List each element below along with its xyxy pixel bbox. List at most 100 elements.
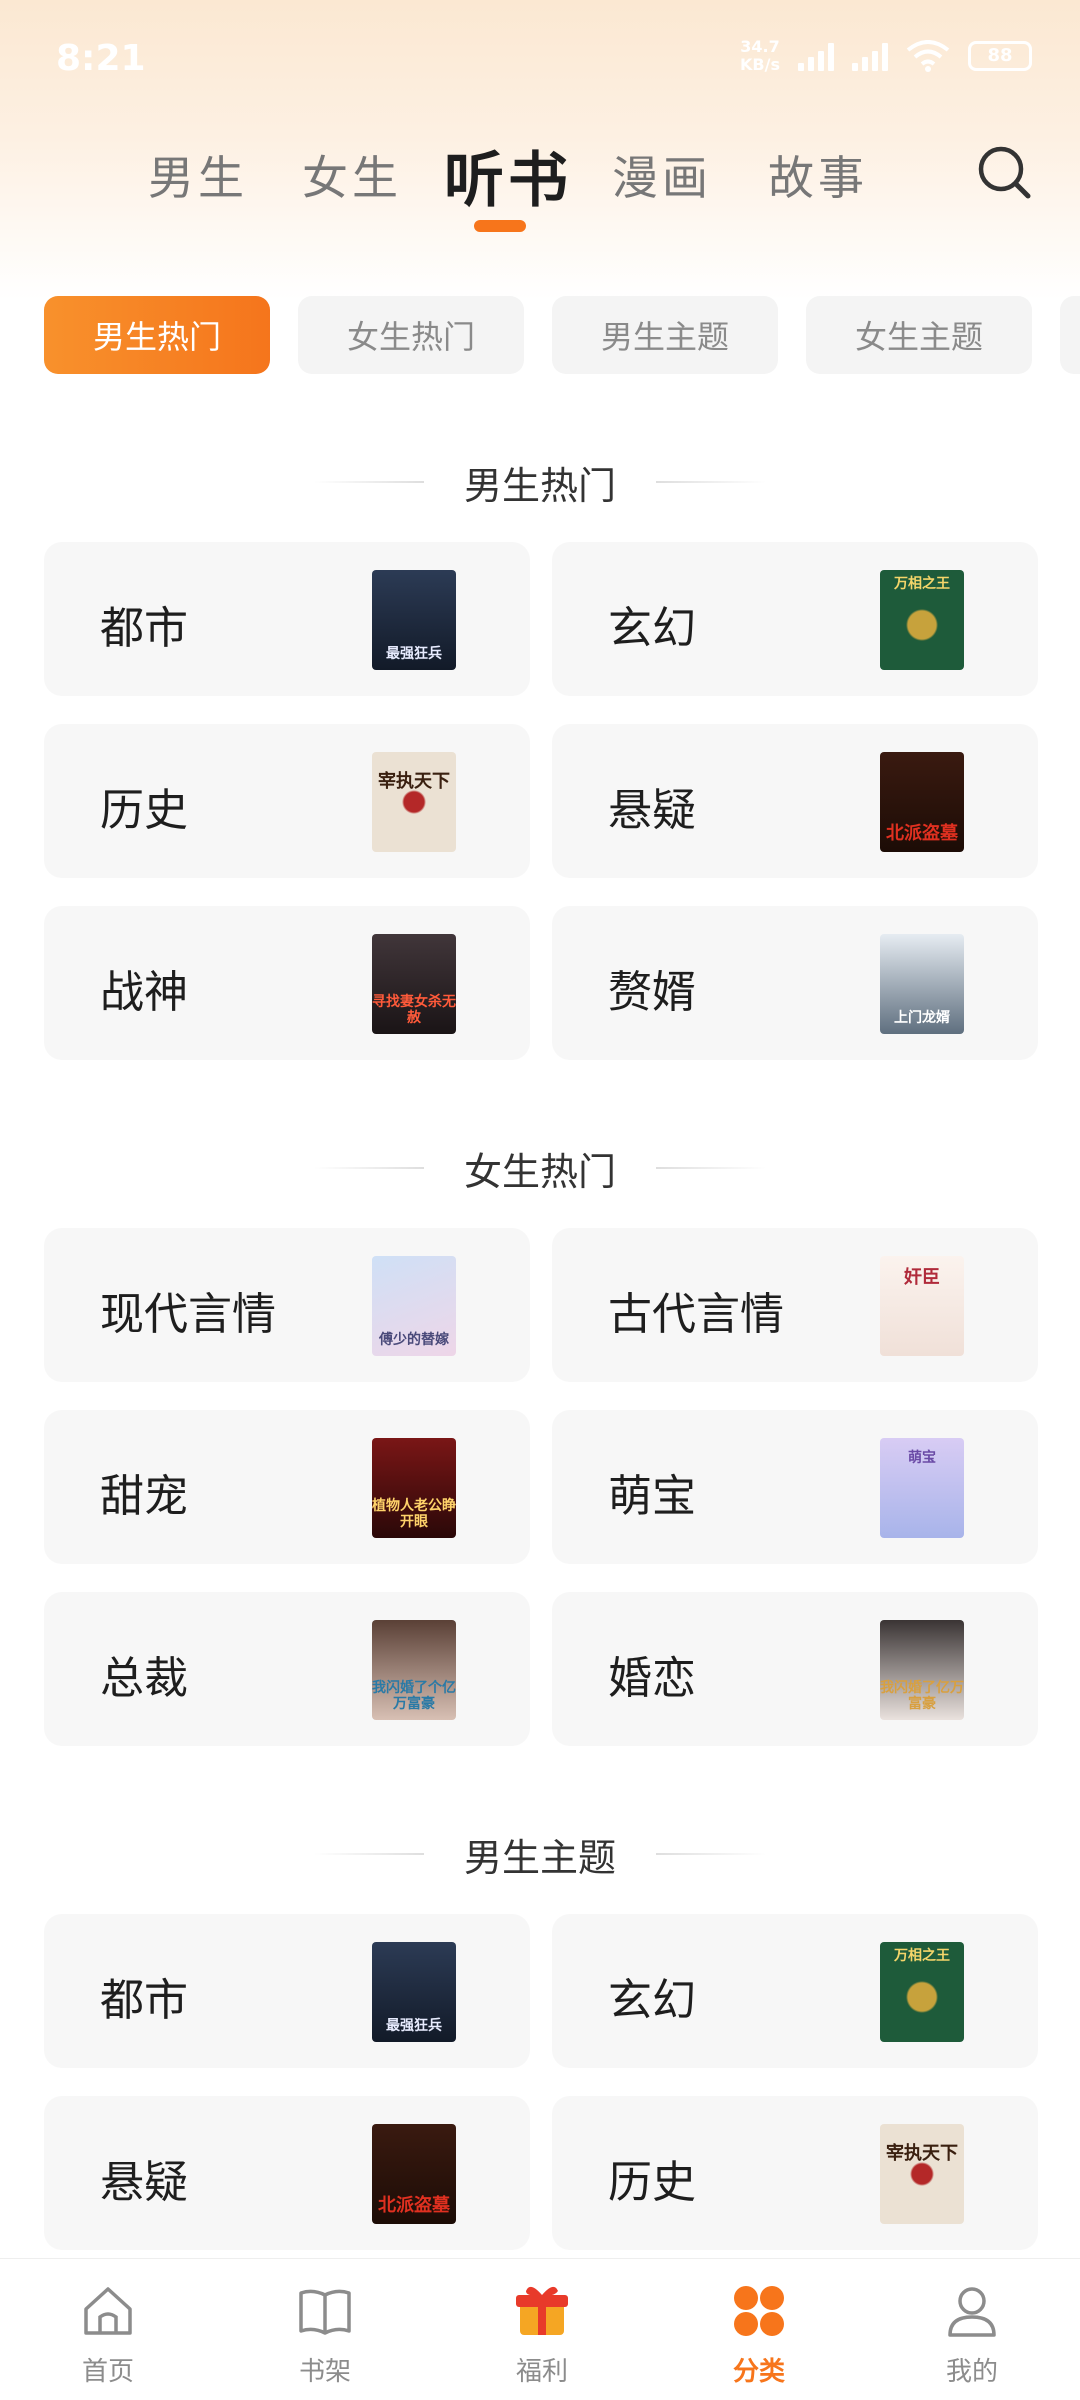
category-label: 甜宠 <box>100 1471 188 1522</box>
bottom-navigation: 首页 书架 福利 分类 我的 <box>0 2258 1080 2400</box>
cover-title: 万相之王 <box>894 1948 950 1964</box>
nav-bookshelf[interactable]: 书架 <box>245 2259 405 2400</box>
nav-welfare[interactable]: 福利 <box>462 2259 622 2400</box>
category-card[interactable]: 婚恋 我闪婚了亿万富豪 <box>552 1592 1038 1746</box>
cover-title: 北派盗墓 <box>378 2195 450 2216</box>
cover-title: 植物人老公睁开眼 <box>372 1498 456 1530</box>
wifi-icon <box>906 40 950 72</box>
category-card[interactable]: 赘婿 上门龙婿 <box>552 906 1038 1060</box>
category-card[interactable]: 萌宝 萌宝 <box>552 1410 1038 1564</box>
nav-category[interactable]: 分类 <box>679 2259 839 2400</box>
chip-male-hot[interactable]: 男生热门 <box>44 296 270 374</box>
category-label: 玄幻 <box>608 1975 696 2026</box>
category-label: 悬疑 <box>100 2157 188 2208</box>
category-label: 玄幻 <box>608 603 696 654</box>
book-cover: 我闪婚了个亿万富豪 <box>372 1620 456 1720</box>
active-tab-indicator <box>474 220 526 232</box>
chip-female-theme[interactable]: 女生主题 <box>806 296 1032 374</box>
category-card[interactable]: 战神 寻找妻女杀无赦 <box>44 906 530 1060</box>
book-cover: 植物人老公睁开眼 <box>372 1438 456 1538</box>
cover-title: 万相之王 <box>894 576 950 592</box>
category-card[interactable]: 都市 最强狂兵 <box>44 1914 530 2068</box>
home-icon <box>84 2287 132 2335</box>
nav-label: 我的 <box>945 2357 998 2387</box>
book-cover: 傅少的替嫁 <box>372 1256 456 1356</box>
tab-comics[interactable]: 漫画 <box>612 142 712 208</box>
book-cover: 万相之王 <box>880 1942 964 2042</box>
status-bar: 8:21 34.7 KB/s 88 <box>0 0 1080 120</box>
bookshelf-icon <box>299 2289 351 2335</box>
book-cover: 最强狂兵 <box>372 1942 456 2042</box>
category-label: 现代言情 <box>100 1289 276 1340</box>
category-label: 萌宝 <box>608 1471 696 1522</box>
book-cover: 寻找妻女杀无赦 <box>372 934 456 1034</box>
status-time: 8:21 <box>56 38 146 79</box>
category-label: 战神 <box>100 967 188 1018</box>
category-icon <box>734 2286 784 2336</box>
section-title-text: 女生热门 <box>463 1149 616 1194</box>
category-card[interactable]: 古代言情 奸臣 <box>552 1228 1038 1382</box>
network-speed-unit: KB/s <box>740 55 780 74</box>
cover-title: 宰执天下 <box>886 2143 958 2164</box>
cover-title: 宰执天下 <box>378 771 450 792</box>
status-icons: 34.7 KB/s 88 <box>740 38 1032 74</box>
category-chip-bar: 男生热门 女生热门 男生主题 女生主题 <box>0 296 1080 376</box>
nav-label: 福利 <box>515 2357 568 2387</box>
book-cover: 宰执天下 <box>372 752 456 852</box>
category-label: 历史 <box>608 2157 696 2208</box>
category-card[interactable]: 历史 宰执天下 <box>44 724 530 878</box>
section-title: 男生热门 <box>0 452 1080 512</box>
cover-title: 上门龙婿 <box>894 1010 950 1026</box>
category-label: 历史 <box>100 785 188 836</box>
nav-label: 分类 <box>732 2357 785 2387</box>
nav-profile[interactable]: 我的 <box>892 2259 1052 2400</box>
book-cover: 万相之王 <box>880 570 964 670</box>
network-speed: 34.7 KB/s <box>740 38 780 74</box>
tab-male[interactable]: 男生 <box>148 142 248 208</box>
book-cover: 宰执天下 <box>880 2124 964 2224</box>
chip-female-hot[interactable]: 女生热门 <box>298 296 524 374</box>
cover-title: 我闪婚了个亿万富豪 <box>372 1680 456 1712</box>
category-card[interactable]: 悬疑 北派盗墓 <box>552 724 1038 878</box>
category-label: 赘婿 <box>608 967 696 1018</box>
category-card[interactable]: 历史 宰执天下 <box>552 2096 1038 2250</box>
cover-title: 我闪婚了亿万富豪 <box>880 1680 964 1712</box>
category-label: 悬疑 <box>608 785 696 836</box>
category-card[interactable]: 都市 最强狂兵 <box>44 542 530 696</box>
nav-label: 首页 <box>81 2357 134 2387</box>
chip-overflow[interactable] <box>1060 296 1080 374</box>
signal-icon <box>852 41 888 71</box>
search-icon[interactable] <box>974 142 1034 202</box>
section-title: 女生热门 <box>0 1138 1080 1198</box>
gift-icon <box>516 2286 568 2335</box>
category-label: 婚恋 <box>608 1653 696 1704</box>
book-cover: 我闪婚了亿万富豪 <box>880 1620 964 1720</box>
section-title: 男生主题 <box>0 1824 1080 1884</box>
section-title-text: 男生主题 <box>463 1835 616 1880</box>
category-card[interactable]: 总裁 我闪婚了个亿万富豪 <box>44 1592 530 1746</box>
battery-icon: 88 <box>968 41 1032 71</box>
cover-title: 寻找妻女杀无赦 <box>372 994 456 1026</box>
tab-stories[interactable]: 故事 <box>768 142 868 208</box>
tab-female[interactable]: 女生 <box>302 142 402 208</box>
book-cover: 萌宝 <box>880 1438 964 1538</box>
category-card[interactable]: 现代言情 傅少的替嫁 <box>44 1228 530 1382</box>
nav-label: 书架 <box>298 2357 351 2387</box>
category-label: 总裁 <box>100 1653 188 1704</box>
category-card[interactable]: 悬疑 北派盗墓 <box>44 2096 530 2250</box>
cover-title: 萌宝 <box>908 1450 936 1466</box>
cover-title: 最强狂兵 <box>386 646 442 662</box>
top-tab-bar: 男生 女生 听书 漫画 故事 <box>0 120 1080 240</box>
cover-title: 最强狂兵 <box>386 2018 442 2034</box>
book-cover: 最强狂兵 <box>372 570 456 670</box>
category-card[interactable]: 甜宠 植物人老公睁开眼 <box>44 1410 530 1564</box>
chip-male-theme[interactable]: 男生主题 <box>552 296 778 374</box>
section-title-text: 男生热门 <box>463 463 616 508</box>
nav-home[interactable]: 首页 <box>28 2259 188 2400</box>
book-cover: 上门龙婿 <box>880 934 964 1034</box>
category-card[interactable]: 玄幻 万相之王 <box>552 1914 1038 2068</box>
category-label: 都市 <box>100 603 188 654</box>
category-card[interactable]: 玄幻 万相之王 <box>552 542 1038 696</box>
tab-audiobook[interactable]: 听书 <box>444 132 572 219</box>
book-cover: 北派盗墓 <box>372 2124 456 2224</box>
